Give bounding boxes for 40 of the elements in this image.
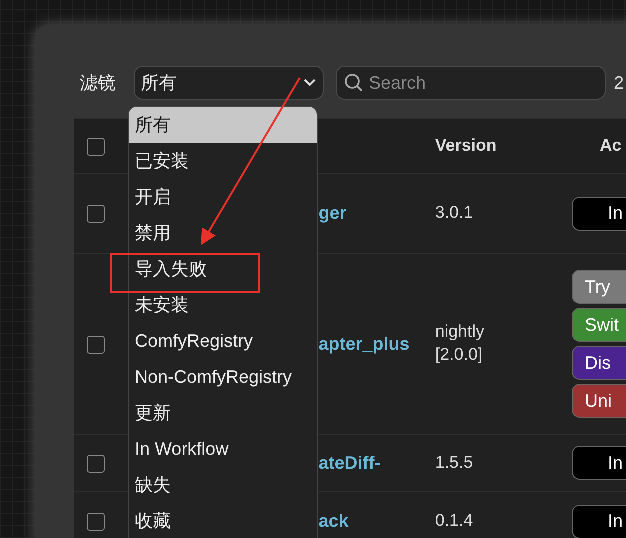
result-count: 2 [614, 72, 624, 94]
column-header: Version [435, 134, 498, 157]
checkbox[interactable] [87, 138, 106, 156]
checkbox[interactable] [87, 513, 106, 532]
node-name-link[interactable]: ack [318, 511, 418, 532]
dropdown-option[interactable]: In Workflow [129, 431, 317, 467]
action-button[interactable]: Swit [572, 308, 626, 342]
dropdown-option[interactable]: 已安装 [129, 143, 317, 179]
checkbox[interactable] [87, 205, 106, 224]
version-text: nightly [2.0.0] [435, 321, 486, 366]
node-name-link[interactable]: apter_plus [318, 334, 418, 354]
action-button[interactable]: In [572, 504, 626, 538]
dropdown-option[interactable]: 开启 [129, 179, 317, 215]
dropdown-option[interactable]: Non-ComfyRegistry [129, 359, 317, 395]
action-button[interactable]: In [572, 446, 626, 480]
column-header: Ac [599, 136, 622, 155]
version-text: 3.0.1 [435, 202, 474, 224]
action-button[interactable]: In [572, 196, 626, 230]
filter-label: 滤镜 [80, 72, 117, 95]
dropdown-option[interactable]: ComfyRegistry [129, 323, 317, 359]
action-button[interactable]: Try [572, 270, 626, 304]
search-field[interactable]: Search [336, 66, 606, 100]
dropdown-option[interactable]: 收藏 [129, 503, 317, 538]
filter-select[interactable]: 所有 [134, 66, 324, 100]
checkbox[interactable] [87, 454, 106, 473]
dropdown-option[interactable]: 导入失败 [129, 251, 317, 287]
dropdown-option[interactable]: 未安装 [129, 287, 317, 323]
checkbox[interactable] [87, 336, 106, 354]
dropdown-option[interactable]: 更新 [129, 395, 317, 431]
dropdown-option[interactable]: 禁用 [129, 215, 317, 251]
dropdown-option[interactable]: 所有 [129, 107, 317, 143]
version-text: 1.5.5 [435, 452, 474, 474]
action-button[interactable]: Dis [572, 346, 626, 380]
version-text: 0.1.4 [435, 510, 474, 532]
node-name-link[interactable]: ateDiff- [318, 452, 418, 474]
dropdown-option[interactable]: 缺失 [129, 467, 317, 503]
node-name-link[interactable]: ger [318, 203, 418, 224]
action-button[interactable]: Uni [572, 384, 626, 418]
search-icon [344, 73, 364, 93]
chevron-icon [303, 78, 317, 88]
